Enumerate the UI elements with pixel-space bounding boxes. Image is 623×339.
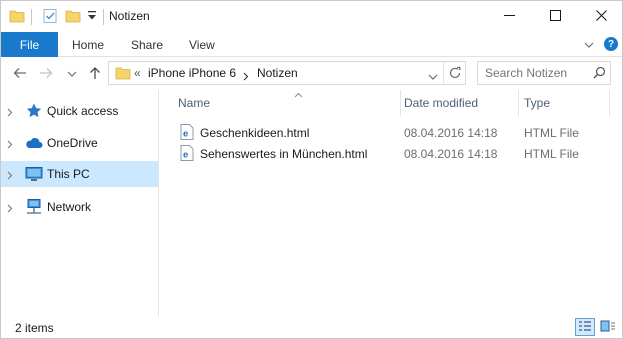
tab-file[interactable]: File (1, 32, 58, 57)
address-dropdown-icon[interactable] (428, 70, 438, 84)
sidebar-item-label: This PC (47, 167, 90, 181)
arrow-left-icon (13, 67, 27, 82)
search-box[interactable] (477, 61, 611, 85)
table-row[interactable]: e Sehenswertes in München.html 08.04.201… (174, 143, 620, 164)
search-input[interactable] (485, 65, 589, 81)
folder-icon (115, 65, 131, 84)
file-date: 08.04.2016 14:18 (404, 126, 498, 140)
sidebar-item-onedrive[interactable]: OneDrive (1, 130, 158, 156)
chevron-right-icon[interactable] (7, 202, 13, 216)
column-header-label: Date modified (404, 96, 479, 110)
title-bar: Notizen (1, 1, 622, 32)
address-separator (443, 62, 444, 84)
file-date: 08.04.2016 14:18 (404, 147, 498, 161)
title-separator (103, 9, 104, 25)
file-name: Sehenswertes in München.html (200, 147, 368, 161)
maximize-icon (549, 9, 561, 24)
tab-home[interactable]: Home (72, 32, 104, 57)
chevron-right-icon[interactable] (7, 106, 13, 120)
svg-text:e: e (183, 150, 188, 161)
new-folder-icon[interactable] (65, 8, 81, 27)
folder-icon (9, 8, 25, 27)
sidebar-item-network[interactable]: Network (1, 194, 158, 220)
refresh-icon[interactable] (448, 66, 462, 83)
search-icon[interactable] (593, 66, 606, 82)
file-list-pane: Name Date modified Type e Geschenkideen.… (160, 90, 622, 316)
file-name: Geschenkideen.html (200, 126, 310, 140)
column-header-label: Name (178, 96, 211, 110)
breadcrumb-iphone[interactable]: iPhone iPhone 6 (148, 66, 236, 80)
expand-ribbon-icon[interactable] (584, 39, 594, 53)
up-button[interactable] (87, 66, 103, 82)
sidebar-item-this-pc[interactable]: This PC (1, 161, 158, 187)
svg-text:e: e (183, 129, 188, 140)
close-button[interactable] (578, 1, 623, 32)
minimize-icon (503, 10, 515, 24)
navigation-bar: « iPhone iPhone 6 Notizen (1, 57, 622, 90)
breadcrumb-chevron-icon[interactable] (243, 70, 249, 84)
column-header-type[interactable]: Type (519, 90, 609, 116)
tab-share[interactable]: Share (131, 32, 163, 57)
file-type: HTML File (524, 126, 579, 140)
chevron-right-icon[interactable] (7, 138, 13, 152)
minimize-button[interactable] (486, 1, 532, 32)
ie-document-icon: e (180, 124, 194, 143)
column-header-row: Name Date modified Type (160, 90, 622, 116)
ie-document-icon: e (180, 145, 194, 164)
chevron-down-icon (67, 67, 77, 81)
arrow-right-icon (39, 67, 53, 82)
maximize-button[interactable] (532, 1, 578, 32)
recent-locations-button[interactable] (64, 66, 80, 82)
column-header-label: Type (524, 96, 551, 110)
navigation-pane: Quick access OneDrive This PC Network (1, 90, 159, 316)
large-icons-view-icon (600, 320, 616, 335)
chevron-right-icon[interactable] (7, 169, 13, 183)
title-separator (31, 9, 32, 25)
star-icon (25, 102, 43, 120)
sidebar-item-label: Network (47, 200, 92, 214)
details-view-icon (578, 320, 592, 335)
network-icon (25, 198, 43, 216)
details-view-button[interactable] (575, 318, 595, 336)
properties-icon[interactable] (42, 8, 58, 27)
column-header-name[interactable]: Name (174, 90, 400, 116)
table-row[interactable]: e Geschenkideen.html 08.04.2016 14:18 HT… (174, 122, 620, 143)
sidebar-item-quick-access[interactable]: Quick access (1, 98, 158, 124)
item-count: 2 items (15, 321, 54, 335)
breadcrumb-notizen[interactable]: Notizen (257, 66, 298, 80)
address-bar[interactable]: « iPhone iPhone 6 Notizen (108, 61, 466, 85)
tab-view[interactable]: View (189, 32, 215, 57)
monitor-icon (25, 165, 43, 183)
sidebar-item-label: OneDrive (47, 136, 98, 150)
file-type: HTML File (524, 147, 579, 161)
ribbon-tabs: File Home Share View ? (1, 32, 622, 57)
status-bar: 2 items (1, 316, 622, 338)
back-button[interactable] (12, 66, 28, 82)
close-icon (595, 9, 607, 24)
column-separator[interactable] (609, 90, 610, 116)
help-button[interactable]: ? (604, 37, 618, 51)
forward-button[interactable] (38, 66, 54, 82)
customize-toolbar-icon[interactable] (87, 10, 97, 25)
large-icons-view-button[interactable] (598, 318, 618, 336)
cloud-icon (25, 134, 43, 152)
sidebar-item-label: Quick access (47, 104, 119, 118)
window-title: Notizen (109, 9, 150, 23)
file-explorer-window: Notizen File Home Share View ? « iPhone … (0, 0, 623, 339)
sort-ascending-icon (294, 87, 303, 101)
arrow-up-icon (89, 66, 101, 83)
breadcrumb-overflow[interactable]: « (134, 66, 141, 80)
column-header-date[interactable]: Date modified (401, 90, 518, 116)
